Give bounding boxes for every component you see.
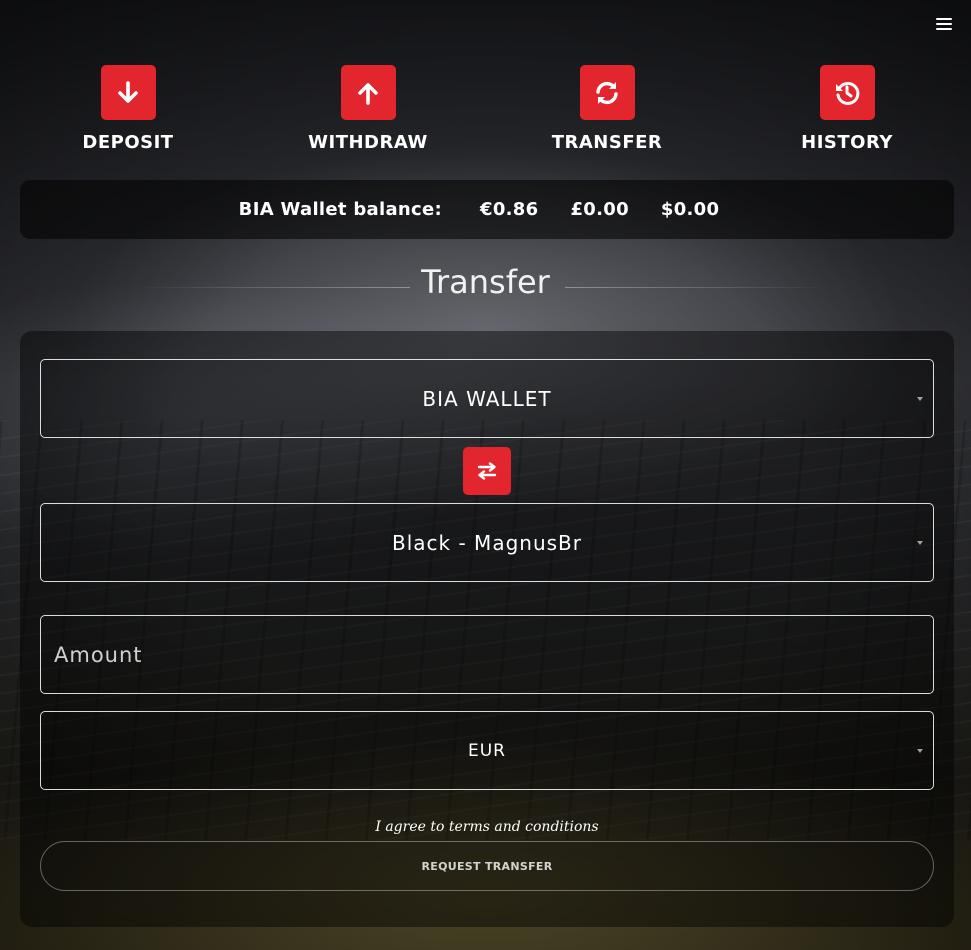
currency-select[interactable]: EUR (40, 711, 934, 790)
terms-link[interactable]: I agree to terms and conditions (20, 819, 954, 835)
withdraw-label: WITHDRAW (308, 132, 428, 153)
swap-arrows-icon (477, 462, 497, 480)
chevron-down-icon (917, 540, 923, 545)
history-icon (836, 81, 860, 105)
menu-bar (936, 28, 952, 30)
menu-bar (936, 23, 952, 25)
arrow-down-icon (118, 80, 138, 103)
wallet-balance-bar: BIA Wallet balance: €0.86 £0.00 $0.00 (20, 180, 954, 239)
refresh-icon (596, 81, 618, 104)
deposit-label: DEPOSIT (82, 132, 174, 153)
balance-gbp: £0.00 (570, 199, 629, 220)
chevron-down-icon (917, 396, 923, 401)
balance-label: BIA Wallet balance: (238, 199, 443, 220)
currency-value: EUR (468, 740, 506, 761)
arrow-up-icon (358, 82, 378, 105)
transfer-icon-box (579, 65, 635, 120)
menu-bar (936, 18, 952, 20)
wallet-actions: DEPOSIT WITHDRAW TRANSFER HISTORY (0, 65, 971, 165)
transfer-label: TRANSFER (551, 132, 663, 153)
withdraw-button[interactable]: WITHDRAW (288, 65, 448, 153)
chevron-down-icon (917, 748, 923, 753)
page-title: Transfer (421, 263, 550, 301)
balance-eur: €0.86 (480, 199, 539, 220)
history-icon-box (819, 65, 875, 120)
history-label: HISTORY (801, 132, 893, 153)
request-transfer-button[interactable]: REQUEST TRANSFER (40, 841, 934, 891)
from-account-value: BIA WALLET (422, 386, 552, 411)
from-account-select[interactable]: BIA WALLET (40, 359, 934, 438)
to-account-value: Black - MagnusBr (392, 530, 582, 555)
deposit-button[interactable]: DEPOSIT (48, 65, 208, 153)
amount-input[interactable] (40, 615, 934, 694)
history-button[interactable]: HISTORY (767, 65, 927, 153)
to-account-select[interactable]: Black - MagnusBr (40, 503, 934, 582)
deposit-icon-box (100, 65, 156, 120)
hamburger-menu-icon[interactable] (936, 16, 952, 32)
transfer-form: BIA WALLET Black - MagnusBr EUR I agree … (20, 331, 954, 927)
transfer-button[interactable]: TRANSFER (527, 65, 687, 153)
withdraw-icon-box (340, 65, 396, 120)
swap-accounts-button[interactable] (463, 447, 511, 495)
page: DEPOSIT WITHDRAW TRANSFER HISTORY BIA Wa… (0, 0, 971, 950)
balance-usd: $0.00 (660, 199, 720, 220)
title-divider-right (565, 287, 830, 288)
